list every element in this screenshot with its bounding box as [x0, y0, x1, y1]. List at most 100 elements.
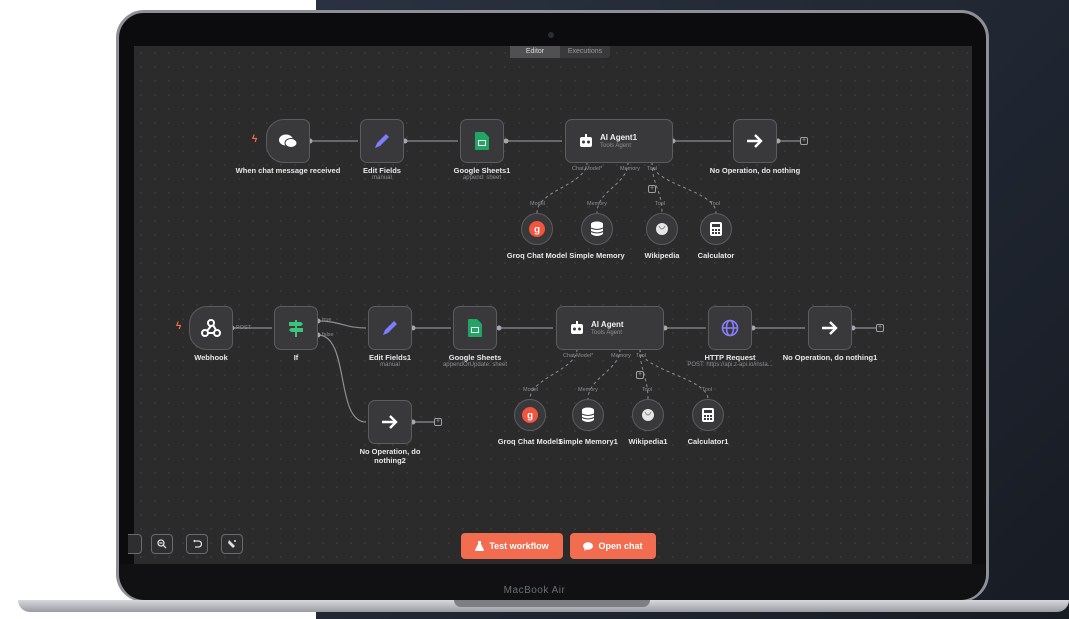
arrow-right-icon [382, 415, 398, 429]
add-node-button[interactable]: + [434, 418, 442, 426]
port-tool: Tool [647, 166, 658, 172]
reset-zoom-button[interactable] [186, 534, 208, 554]
agent-title: AI Agent1 [600, 133, 638, 142]
signpost-icon [289, 320, 303, 337]
node-label: Google Sheets1 [453, 166, 511, 175]
tidy-up-button[interactable] [221, 534, 243, 554]
port-label: Tool [642, 387, 653, 393]
port-tool: Tool [636, 353, 647, 359]
node-ai-agent1[interactable]: AI Agent1 Tools Agent [565, 119, 673, 163]
node-webhook[interactable] [189, 306, 233, 350]
node-groq-chat-model1[interactable]: g [514, 399, 546, 431]
node-label: No Operation, do nothing2 [359, 447, 421, 465]
trigger-bolt-icon: ϟ [176, 321, 182, 332]
port-label: Model [530, 201, 545, 207]
calculator-icon [710, 222, 722, 236]
node-label: Calculator [697, 251, 735, 260]
google-sheets-icon [468, 319, 482, 337]
node-sublabel: POST: https://api.z-api.io/insta... [687, 362, 773, 368]
port-label: Memory [587, 201, 607, 207]
port-memory: Memory [620, 166, 640, 172]
wikipedia-icon [642, 409, 654, 421]
node-label: HTTP Request [704, 353, 756, 362]
robot-icon [580, 134, 592, 147]
node-sublabel: append: sheet [462, 175, 502, 181]
zoom-to-fit-button[interactable] [128, 534, 142, 554]
port-label: Model [523, 387, 538, 393]
node-no-operation2[interactable] [368, 400, 412, 444]
node-google-sheets1[interactable] [460, 119, 504, 163]
zoom-out-button[interactable] [151, 534, 173, 554]
node-google-sheets[interactable] [453, 306, 497, 350]
node-edit-fields[interactable] [360, 119, 404, 163]
pencil-icon [383, 321, 397, 335]
agent-title: AI Agent [591, 320, 624, 329]
node-label: Google Sheets [448, 353, 502, 362]
zoom-out-icon [157, 539, 167, 549]
chat-bubble-icon [583, 541, 594, 551]
robot-icon [571, 321, 583, 334]
eraser-icon [228, 540, 236, 548]
branch-false-label: false [322, 332, 334, 338]
agent-subtitle: Tools Agent [591, 330, 623, 336]
svg-text:g: g [527, 411, 533, 422]
node-wikipedia[interactable] [646, 213, 678, 245]
node-sublabel: appendOrUpdate: sheet [442, 362, 508, 368]
port-chat-model: Chat Model* [572, 166, 603, 172]
node-calculator[interactable] [700, 213, 732, 245]
test-workflow-label: Test workflow [489, 541, 549, 551]
undo-icon [193, 539, 202, 548]
open-chat-label: Open chat [598, 541, 643, 551]
node-label: Calculator1 [687, 437, 729, 446]
pencil-icon [375, 134, 389, 148]
open-chat-button[interactable]: Open chat [570, 533, 656, 559]
node-chat-trigger[interactable] [266, 119, 310, 163]
node-no-operation[interactable] [733, 119, 777, 163]
globe-icon [721, 319, 739, 337]
node-calculator1[interactable] [692, 399, 724, 431]
database-icon [581, 407, 595, 422]
node-simple-memory[interactable] [581, 213, 613, 245]
port-label: Tool [702, 387, 713, 393]
add-node-button[interactable]: + [876, 324, 884, 332]
port-label: Tool [655, 201, 666, 207]
add-tool-button[interactable]: + [648, 185, 656, 193]
edge-label: POST [236, 325, 251, 331]
node-wikipedia1[interactable] [632, 399, 664, 431]
branch-true-label: true [322, 317, 332, 323]
chat-icon [279, 134, 298, 148]
webhook-icon [201, 319, 221, 337]
node-http-request[interactable] [708, 306, 752, 350]
flask-icon [475, 541, 485, 551]
node-groq-chat-model[interactable]: g [521, 213, 553, 245]
trigger-bolt-icon: ϟ [252, 134, 258, 145]
groq-icon: g [522, 407, 538, 423]
arrow-right-icon [822, 321, 838, 335]
brand-label: MacBook Air [503, 585, 566, 596]
port-label: Tool [710, 201, 721, 207]
arrow-right-icon [747, 134, 763, 148]
laptop-notch [454, 600, 650, 607]
node-label: Edit Fields [363, 166, 401, 175]
add-tool-button[interactable]: + [636, 371, 644, 379]
google-sheets-icon [475, 132, 489, 150]
groq-icon: g [529, 221, 545, 237]
port-chat-model: Chat Model* [563, 353, 594, 359]
node-ai-agent[interactable]: AI Agent Tools Agent [556, 306, 664, 350]
svg-text:g: g [534, 225, 540, 236]
node-label: No Operation, do nothing [709, 166, 801, 175]
node-label: No Operation, do nothing1 [782, 353, 878, 362]
port-label: Memory [578, 387, 598, 393]
agent-subtitle: Tools Agent [600, 143, 632, 149]
connections [229, 138, 876, 425]
calculator-icon [702, 408, 714, 422]
node-if[interactable] [274, 306, 318, 350]
node-no-operation1[interactable] [808, 306, 852, 350]
wikipedia-icon [656, 223, 668, 235]
add-node-button[interactable]: + [800, 137, 808, 145]
node-simple-memory1[interactable] [572, 399, 604, 431]
database-icon [590, 221, 604, 236]
test-workflow-button[interactable]: Test workflow [461, 533, 563, 559]
port-memory: Memory [611, 353, 631, 359]
node-edit-fields1[interactable] [368, 306, 412, 350]
